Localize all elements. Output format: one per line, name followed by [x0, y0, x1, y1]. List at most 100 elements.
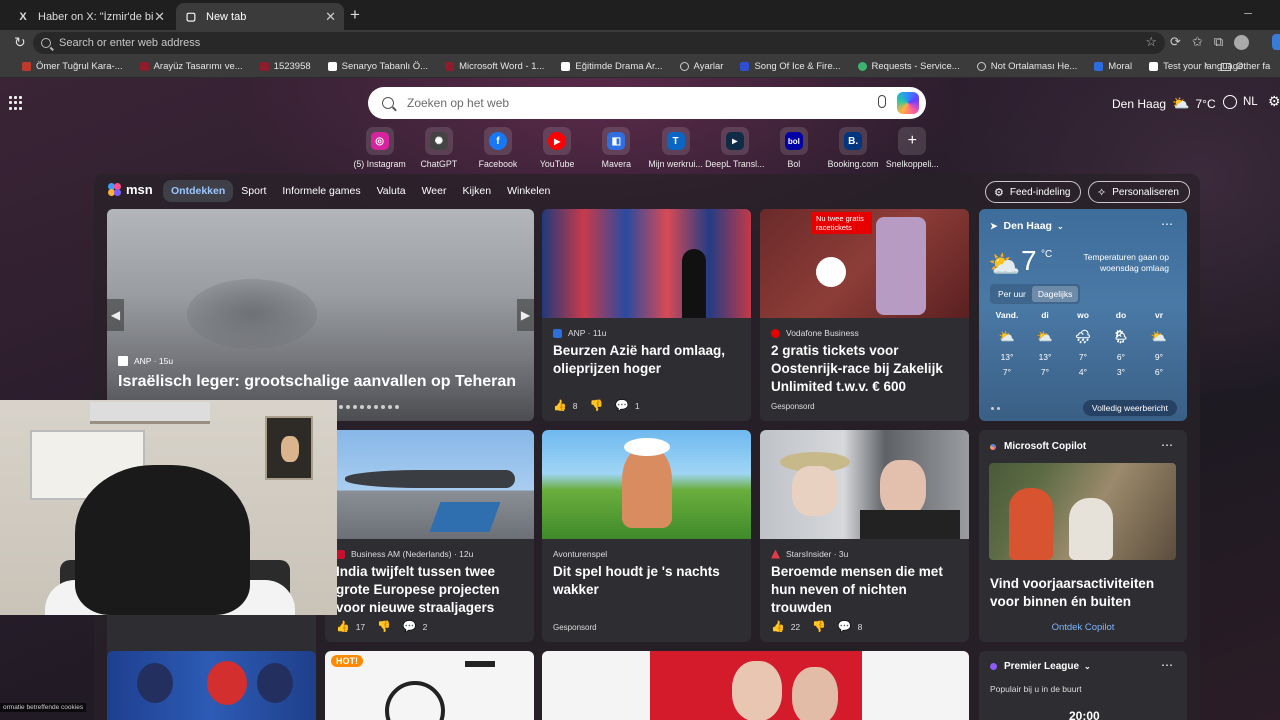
bookmark-item[interactable]: Eğitimde Drama Ar... [561, 61, 663, 72]
comment-icon[interactable]: 💬 [838, 620, 852, 633]
bookmark-item[interactable]: Moral [1094, 61, 1132, 72]
more-options-icon[interactable]: ⋯ [1161, 658, 1173, 672]
weather-location[interactable]: ➤ Den Haag ⌄ [990, 220, 1064, 232]
toggle-hourly[interactable]: Per uur [992, 286, 1032, 302]
bookmark-item[interactable]: Requests - Service... [857, 61, 960, 72]
feed-tab-weer[interactable]: Weer [414, 180, 455, 202]
bookmark-item[interactable]: Senaryo Tabanlı Ö... [327, 61, 428, 72]
sponsored-card[interactable]: Nu twee gratis racetickets Vodafone Busi… [760, 209, 969, 421]
high-temp: 6° [1116, 352, 1126, 362]
news-card[interactable]: StarsInsider · 3u Beroemde mensen die me… [760, 430, 969, 642]
chevron-right-icon[interactable]: › [1204, 59, 1208, 71]
premier-league-subtitle: Populair bij u in de buurt [990, 684, 1082, 694]
weather-card[interactable]: ➤ Den Haag ⌄ ⋯ ⛅ 7 °C Temperaturen gaan op… [979, 209, 1187, 421]
chevron-right-icon[interactable]: ▶ [517, 299, 534, 331]
language-selector[interactable]: NL [1223, 95, 1258, 109]
shortcut-deepl[interactable]: ▸ DeepL Transl... [705, 127, 764, 169]
shortcut-youtube[interactable]: ▶ YouTube [528, 127, 587, 169]
plus-icon[interactable]: + [350, 5, 360, 25]
forecast-day[interactable]: do 🌦 6° 3° [1102, 310, 1140, 377]
thumbs-down-icon[interactable]: 👎 [812, 620, 826, 633]
collections-icon[interactable]: ⧉ [1214, 34, 1223, 50]
football-card[interactable] [542, 651, 969, 720]
tab-haber-on-x[interactable]: X Haber on X: "İzmir'de bisikletliyi sü … [8, 3, 173, 30]
thumbs-up-icon[interactable]: 👍 [553, 399, 567, 412]
copilot-card[interactable]: Microsoft Copilot ⋯ Vind voorjaarsactivi… [979, 430, 1187, 642]
weather-note[interactable]: Temperaturen gaan op woensdag omlaag [1069, 252, 1169, 274]
thumbs-up-icon[interactable]: 👍 [336, 620, 350, 633]
personalize-button[interactable]: ✧ Personaliseren [1088, 181, 1190, 203]
bookmark-item[interactable]: Not Ortalaması He... [976, 61, 1077, 72]
comment-icon[interactable]: 💬 [403, 620, 417, 633]
feed-tab-winkelen[interactable]: Winkelen [499, 180, 558, 202]
bike-ad-card[interactable]: HOT! [325, 651, 534, 720]
star-icon[interactable]: ☆ [1145, 34, 1157, 50]
other-favorites[interactable]: Other fa [1221, 61, 1270, 72]
forecast-day[interactable]: vr ⛅ 9° 6° [1140, 310, 1178, 377]
news-source: Vodafone Business [771, 328, 859, 338]
feed-tab-informele-games[interactable]: Informele games [274, 180, 368, 202]
address-bar[interactable]: Search or enter web address ☆ [33, 32, 1165, 54]
msn-logo[interactable]: msn [108, 182, 153, 197]
close-icon[interactable]: ✕ [154, 9, 165, 25]
feed-tab-valuta[interactable]: Valuta [369, 180, 414, 202]
carousel-dots[interactable] [339, 405, 399, 409]
chevron-left-icon[interactable]: ◀ [107, 299, 124, 331]
favorites-icon[interactable]: ✩ [1192, 34, 1203, 50]
thumbs-down-icon[interactable]: 👎 [589, 399, 603, 412]
feed-layout-button[interactable]: ⚙ Feed-indeling [985, 181, 1082, 203]
thumbs-down-icon[interactable]: 👎 [377, 620, 391, 633]
shortcut-mijn-werkruimte[interactable]: T Mijn werkrui... [646, 127, 705, 169]
forecast-day[interactable]: di ⛅ 13° 7° [1026, 310, 1064, 377]
shortcut-add[interactable]: + Snelkoppeli... [883, 127, 942, 169]
header-weather[interactable]: Den Haag ⛅ 7°C [1112, 95, 1216, 112]
like-count: 8 [572, 400, 578, 411]
web-search-box[interactable]: Zoeken op het web [368, 87, 926, 119]
feed-tab-kijken[interactable]: Kijken [454, 180, 499, 202]
news-card[interactable]: Business AM (Nederlands) · 12u India twi… [325, 430, 534, 642]
refresh-sync-icon[interactable]: ⟳ [1170, 34, 1181, 50]
hero-news-card[interactable]: ◀ ▶ ANP · 15u Israëlisch leger: grootsch… [107, 209, 534, 421]
profile-avatar[interactable] [1234, 34, 1250, 50]
gear-icon[interactable]: ⚙ [1268, 93, 1280, 110]
discover-copilot-link[interactable]: Ontdek Copilot [979, 622, 1187, 633]
more-options-icon[interactable]: ⋯ [1161, 217, 1173, 231]
bookmark-item[interactable]: Song Of Ice & Fire... [740, 61, 841, 72]
apps-grid-icon[interactable] [9, 96, 23, 110]
full-forecast-button[interactable]: Volledig weerbericht [1082, 400, 1177, 416]
carousel-dots[interactable] [991, 407, 1000, 410]
feed-layout-label: Feed-indeling [1009, 186, 1071, 198]
microphone-icon[interactable] [878, 95, 886, 108]
shortcut-facebook[interactable]: f Facebook [468, 127, 527, 169]
bookmark-item[interactable]: Ömer Tuğrul Kara-... [22, 61, 123, 72]
feed-tab-sport[interactable]: Sport [233, 180, 274, 202]
tab-new-tab[interactable]: ▢ New tab ✕ [176, 3, 344, 30]
thumbs-up-icon[interactable]: 👍 [771, 620, 785, 633]
bookmark-item[interactable]: Arayüz Tasarımı ve... [139, 61, 243, 72]
shortcut-chatgpt[interactable]: ✺ ChatGPT [409, 127, 468, 169]
shortcut-bol[interactable]: bol Bol [764, 127, 823, 169]
bookmark-item[interactable]: 1523958 [259, 61, 311, 72]
close-icon[interactable]: ✕ [325, 9, 336, 25]
sponsored-card[interactable]: Avonturenspel Dit spel houdt je 's nacht… [542, 430, 751, 642]
bookmark-item[interactable]: Microsoft Word - 1... [445, 61, 544, 72]
news-source: Business AM (Nederlands) · 12u [336, 549, 473, 559]
reload-icon[interactable]: ↻ [14, 34, 26, 51]
cookie-notice[interactable]: ormatie betreffende cookies [0, 703, 87, 712]
minimize-icon[interactable]: – [1244, 4, 1252, 20]
more-options-icon[interactable]: ⋯ [1161, 438, 1173, 452]
shortcut-mavera[interactable]: ◧ Mavera [587, 127, 646, 169]
sports-image-card[interactable] [107, 651, 316, 720]
sidebar-copilot-icon[interactable] [1272, 34, 1280, 50]
copilot-icon[interactable] [897, 92, 919, 114]
feed-tab-ontdekken[interactable]: Ontdekken [163, 180, 234, 202]
premier-league-card[interactable]: Premier League ⌄ ⋯ Populair bij u in de b… [979, 651, 1187, 720]
bookmark-item[interactable]: Ayarlar [679, 61, 723, 72]
shortcut-booking[interactable]: B. Booking.com [824, 127, 883, 169]
forecast-day[interactable]: wo 🌧 7° 4° [1064, 310, 1102, 377]
news-card[interactable]: ANP · 11u Beurzen Azië hard omlaag, olie… [542, 209, 751, 421]
shortcut-instagram[interactable]: ◎ (5) Instagram [350, 127, 409, 169]
forecast-day[interactable]: Vand. ⛅ 13° 7° [988, 310, 1026, 377]
comment-icon[interactable]: 💬 [615, 399, 629, 412]
toggle-daily[interactable]: Dagelijks [1031, 286, 1079, 302]
